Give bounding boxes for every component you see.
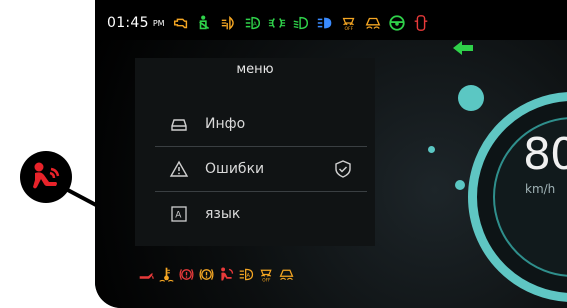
airbag-callout-icon — [20, 151, 72, 203]
menu-title: меню — [236, 62, 274, 77]
dashboard-stage: 01:45 PM A OFF меню Инфо Ошибки A язык A… — [0, 0, 567, 308]
clock-ampm: PM — [152, 18, 165, 28]
brake-warning-icon — [177, 264, 196, 284]
speed-value: 80 — [523, 129, 567, 180]
menu-item-errors[interactable]: Ошибки — [155, 147, 367, 192]
warning-icon — [167, 159, 191, 179]
auto-headlight-icon: A — [237, 264, 256, 284]
shield-check-icon — [335, 160, 351, 178]
clock-time: 01:45 — [107, 15, 149, 31]
door-open-icon — [410, 13, 432, 33]
low-beam-icon — [290, 13, 312, 33]
engine-warning-icon — [170, 13, 192, 33]
stability-control-icon — [362, 13, 384, 33]
svg-text:OFF: OFF — [262, 277, 271, 283]
parking-brake-icon — [197, 264, 216, 284]
seatbelt-icon — [194, 13, 216, 33]
left-turn-arrow-icon — [453, 41, 473, 55]
menu-item-label: Ошибки — [205, 161, 265, 177]
gauge-decor-dot — [428, 146, 435, 153]
parking-lights-icon — [266, 13, 288, 33]
svg-text:A: A — [253, 22, 257, 28]
menu-item-info[interactable]: Инфо — [155, 102, 367, 147]
gauge-decor-dot — [455, 180, 465, 190]
svg-text:A: A — [247, 273, 251, 279]
stability-control-icon — [277, 264, 296, 284]
coolant-temp-icon — [157, 264, 176, 284]
menu-panel: меню Инфо Ошибки A язык — [135, 58, 375, 246]
auto-high-beam-icon: A — [242, 13, 264, 33]
menu-item-label: Инфо — [205, 116, 246, 132]
airbag-icon — [217, 264, 236, 284]
svg-text:A: A — [175, 211, 182, 221]
esp-off-icon: OFF — [338, 13, 360, 33]
esp-off-icon: OFF — [257, 264, 276, 284]
oil-pressure-icon — [137, 264, 156, 284]
car-icon — [167, 114, 191, 134]
rear-fog-light-icon — [218, 13, 240, 33]
menu-item-label: язык — [205, 206, 241, 222]
high-beam-icon — [314, 13, 336, 33]
steering-wheel-icon — [386, 13, 408, 33]
status-bar: 01:45 PM A OFF — [107, 10, 432, 36]
gauge-decor-dot — [458, 85, 484, 111]
svg-text:OFF: OFF — [344, 26, 353, 32]
bottom-warning-bar: A OFF — [137, 262, 296, 286]
language-icon: A — [167, 204, 191, 224]
instrument-screen: 01:45 PM A OFF меню Инфо Ошибки A язык A… — [95, 0, 567, 308]
speed-unit: km/h — [525, 182, 556, 196]
menu-item-language[interactable]: A язык — [155, 192, 367, 236]
